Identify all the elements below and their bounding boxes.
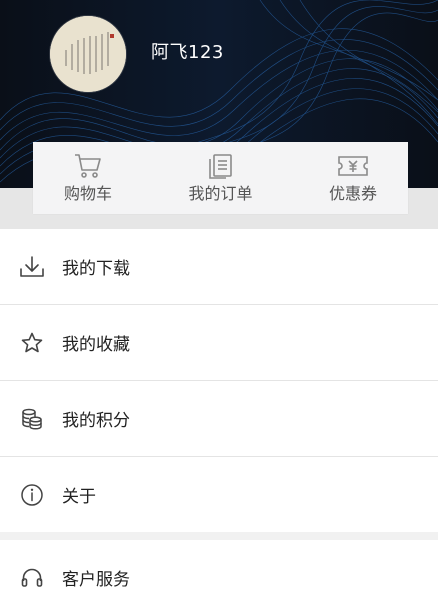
star-icon [19,305,45,380]
orders-icon [207,152,235,180]
menu-item-favorites[interactable]: 我的收藏 [0,305,438,381]
my-orders-button[interactable]: 我的订单 [166,142,276,214]
cart-label: 购物车 [63,184,112,203]
menu-item-label: 我的积分 [62,411,130,431]
menu-list: 我的下载 我的收藏 我的积分 关于 客户服务 [0,229,438,615]
headset-icon [19,540,45,615]
quick-actions-card: 购物车 我的订单 优惠券 [33,142,408,214]
info-icon [19,457,45,532]
cart-icon [73,152,103,180]
cart-button[interactable]: 购物车 [33,142,143,214]
avatar[interactable] [50,16,126,92]
menu-item-about[interactable]: 关于 [0,457,438,532]
menu-item-label: 关于 [62,487,96,507]
menu-item-downloads[interactable]: 我的下载 [0,229,438,305]
calligraphy-avatar-icon [50,16,126,92]
coupon-button[interactable]: 优惠券 [298,142,408,214]
menu-item-customer-service[interactable]: 客户服务 [0,540,438,615]
coupon-icon [336,152,370,180]
coupon-label: 优惠券 [328,184,377,203]
username[interactable]: 阿飞123 [151,41,224,65]
download-icon [19,229,45,304]
menu-item-points[interactable]: 我的积分 [0,381,438,457]
menu-item-label: 我的收藏 [62,335,130,355]
menu-item-label: 我的下载 [62,259,130,279]
menu-item-label: 客户服务 [62,570,130,590]
points-icon [19,381,45,456]
my-orders-label: 我的订单 [188,184,253,203]
section-gap [0,532,438,540]
